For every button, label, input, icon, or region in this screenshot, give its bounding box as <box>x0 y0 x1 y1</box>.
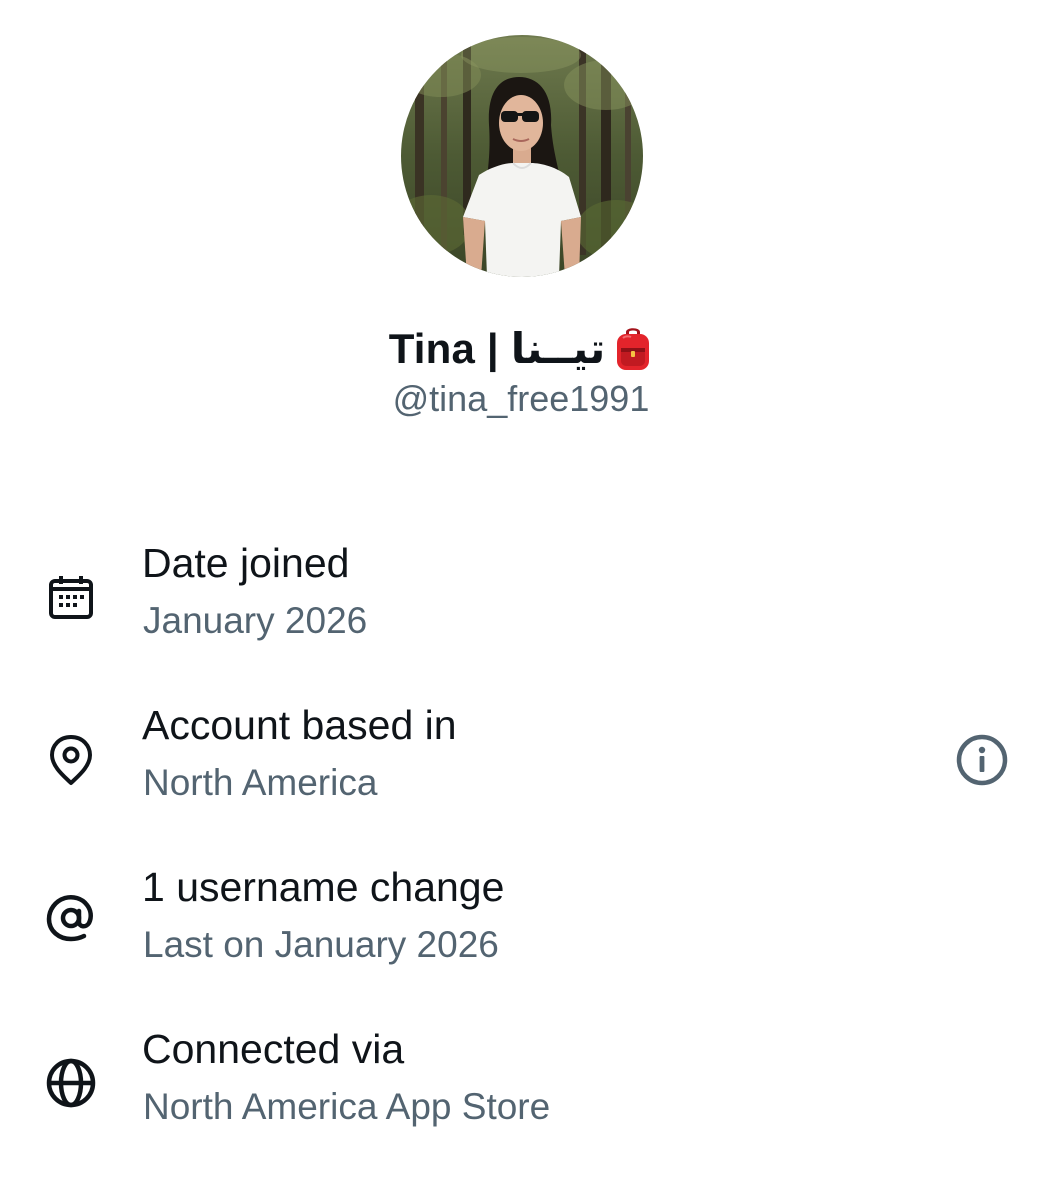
calendar-icon <box>42 568 100 626</box>
connected-via-row: Connected via North America App Store <box>0 1026 1042 1156</box>
account-based-in-label: Account based in <box>142 702 457 748</box>
avatar[interactable] <box>401 35 643 277</box>
username-change-row: 1 username change Last on January 2026 <box>0 864 1042 994</box>
display-name-text: Tina | تيــنا <box>388 324 606 372</box>
username-handle: @tina_free1991 <box>392 378 650 419</box>
account-based-in-row: Account based in North America <box>0 702 1042 832</box>
date-joined-value: January 2026 <box>143 600 368 641</box>
display-name: Tina | تيــنا <box>0 318 1042 378</box>
connected-via-label: Connected via <box>142 1026 405 1072</box>
account-based-in-value: North America <box>143 762 378 803</box>
username-change-label: 1 username change <box>142 864 505 910</box>
connected-via-value: North America App Store <box>143 1086 551 1127</box>
at-sign-icon <box>42 889 100 947</box>
date-joined-label: Date joined <box>142 540 350 586</box>
profile-photo <box>401 35 643 277</box>
location-pin-icon <box>42 731 100 789</box>
date-joined-row: Date joined January 2026 <box>0 540 1042 670</box>
globe-icon <box>42 1054 100 1112</box>
info-icon <box>956 734 1008 786</box>
username-change-value: Last on January 2026 <box>143 924 499 965</box>
backpack-icon <box>613 324 653 372</box>
info-button[interactable] <box>952 730 1012 790</box>
